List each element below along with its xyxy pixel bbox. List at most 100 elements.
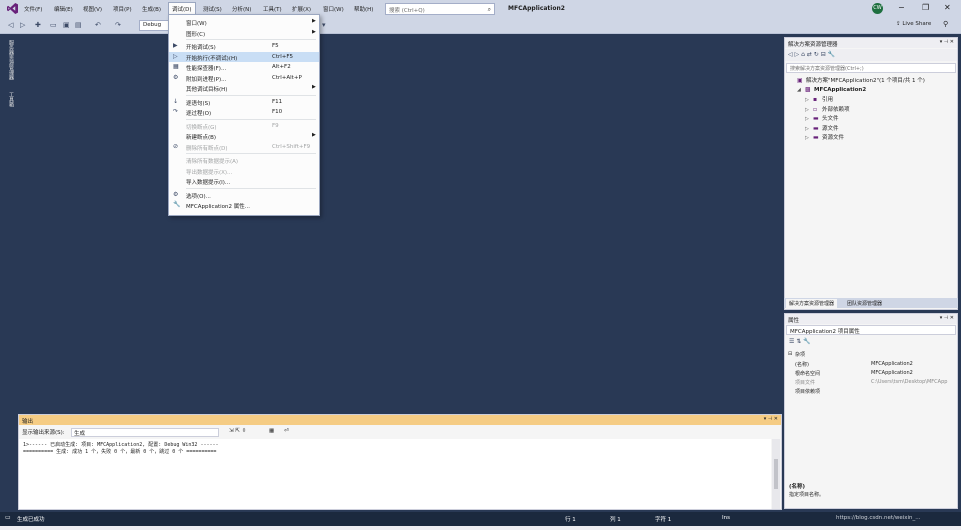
configuration-value: Debug: [143, 22, 162, 28]
debug-menu-item[interactable]: ▶ 开始调试(S) F5: [169, 41, 319, 51]
alphabetical-icon[interactable]: ⇅: [796, 338, 801, 345]
toolbox-tab[interactable]: 工具箱: [8, 92, 15, 107]
menu-help[interactable]: 帮助(H): [354, 5, 373, 13]
debug-menu-item[interactable]: 🔧 MFCApplication2 属性...: [169, 200, 319, 210]
output-source-dropdown[interactable]: 生成: [71, 428, 219, 437]
solution-explorer-search[interactable]: 搜索解决方案资源管理器(Ctrl+;): [786, 63, 956, 73]
tree-item[interactable]: ▷ ▫ 外部依赖项: [805, 105, 850, 113]
configuration-dropdown[interactable]: Debug: [139, 20, 169, 31]
tree-expand-icon[interactable]: ▷: [805, 107, 813, 113]
search-box[interactable]: 搜索 (Ctrl+Q) ⌕: [385, 3, 495, 15]
debug-menu-item[interactable]: 其他调试目标(H) ▶: [169, 83, 319, 93]
se-properties-icon[interactable]: 🔧: [828, 51, 835, 58]
properties-object-selector[interactable]: MFCApplication2 项目属性: [786, 325, 956, 335]
output-scrollbar[interactable]: [772, 439, 780, 509]
tab-solution-explorer[interactable]: 解决方案资源管理器: [786, 299, 838, 308]
save-all-icon[interactable]: ▤: [75, 21, 82, 29]
menu-view[interactable]: 视图(V): [83, 5, 102, 13]
forward-icon[interactable]: ▷: [20, 21, 25, 29]
menu-window[interactable]: 窗口(W): [323, 5, 344, 13]
close-icon[interactable]: ✕: [944, 3, 951, 12]
se-home-icon[interactable]: ⌂: [801, 51, 805, 58]
tree-item[interactable]: ▷ ▬ 资源文件: [805, 133, 844, 141]
tree-item[interactable]: ▷ ▬ 头文件: [805, 114, 839, 122]
avatar[interactable]: CW: [872, 3, 883, 14]
server-explorer-tab[interactable]: 服务器资源管理器: [8, 40, 15, 80]
property-row[interactable]: (名称) MFCApplication2: [786, 360, 958, 369]
new-project-icon[interactable]: ✚: [35, 21, 41, 29]
app-title: MFCApplication2: [508, 5, 565, 12]
tree-node-icon: ▪: [813, 96, 818, 103]
debug-menu-item[interactable]: 导出数据提示(X)...: [169, 166, 319, 176]
feedback-icon[interactable]: ⚲: [943, 20, 948, 28]
se-refresh-icon[interactable]: ↻: [814, 51, 819, 58]
menu-build[interactable]: 生成(B): [142, 5, 161, 13]
debug-menu-item[interactable]: ↓ 逐语句(S) F11: [169, 97, 319, 107]
debug-menu-item[interactable]: ↷ 逐过程(O) F10: [169, 107, 319, 117]
output-scroll-thumb[interactable]: [774, 459, 778, 489]
output-text[interactable]: 1>------ 已启动生成: 项目: MFCApplication2, 配置:…: [19, 439, 771, 509]
panel-pin-close-icon[interactable]: ▾ ⊣ ✕: [940, 39, 954, 45]
menu-project[interactable]: 项目(P): [113, 5, 132, 13]
menu-extensions[interactable]: 扩展(X): [292, 5, 311, 13]
tree-item[interactable]: ▷ ▬ 源文件: [805, 124, 839, 132]
toolbar-overflow-icon[interactable]: ▾: [322, 21, 326, 29]
menu-item-label: 开始执行(不调试)(H): [186, 55, 238, 62]
menu-file[interactable]: 文件(F): [24, 5, 42, 13]
menu-item-label: 窗口(W): [186, 21, 207, 27]
menu-analyze[interactable]: 分析(N): [232, 5, 251, 13]
tree-expand-icon[interactable]: ▷: [805, 97, 813, 103]
debug-menu-item[interactable]: 清除所有数据提示(A): [169, 155, 319, 165]
menu-test[interactable]: 测试(S): [203, 5, 222, 13]
tab-team-explorer[interactable]: 团队资源管理器: [844, 299, 885, 308]
debug-menu-item[interactable]: 窗口(W) ▶: [169, 17, 319, 27]
word-wrap-icon[interactable]: ⏎: [284, 428, 289, 434]
debug-menu-item[interactable]: ⊘ 删除所有断点(D) Ctrl+Shift+F9: [169, 142, 319, 152]
property-row[interactable]: 项目文件 C:\Users\tsm\Desktop\MFCApp: [786, 378, 958, 387]
output-pin-close-icon[interactable]: ▾ ⊣ ✕: [764, 416, 778, 422]
find-message-icon[interactable]: ⇲ ⇱ ⇳: [229, 428, 246, 434]
categorized-icon[interactable]: ☰: [789, 338, 794, 345]
property-row[interactable]: 项目依赖项: [786, 387, 958, 396]
undo-icon[interactable]: ↶: [95, 21, 101, 29]
save-icon[interactable]: ▣: [63, 21, 70, 29]
debug-menu-item[interactable]: 图形(C) ▶: [169, 28, 319, 38]
debug-menu-item[interactable]: ⚙ 附加到进程(P)... Ctrl+Alt+P: [169, 73, 319, 83]
minimize-icon[interactable]: −: [898, 3, 905, 12]
menu-item-icon: ⊘: [173, 142, 179, 150]
debug-menu-item[interactable]: 切换断点(G) F9: [169, 121, 319, 131]
properties-category[interactable]: ⊟ 杂项: [786, 350, 958, 359]
se-back-icon[interactable]: ◁: [788, 51, 793, 58]
tree-item[interactable]: ▣ 解决方案"MFCApplication2"(1 个项目/共 1 个): [789, 76, 925, 84]
se-collapse-icon[interactable]: ⊟: [821, 51, 826, 58]
tree-item[interactable]: ◢ ▩ MFCApplication2: [797, 86, 866, 93]
property-pages-icon[interactable]: 🔧: [803, 338, 810, 345]
restore-icon[interactable]: ❐: [922, 3, 929, 12]
live-share-button[interactable]: ⇪ Live Share: [896, 21, 931, 27]
tree-expand-icon[interactable]: ▷: [805, 126, 813, 132]
tree-expand-icon[interactable]: ▷: [805, 116, 813, 122]
open-folder-icon[interactable]: ▭: [50, 21, 57, 29]
debug-menu-item[interactable]: ▦ 性能探查器(F)... Alt+F2: [169, 62, 319, 72]
tree-expand-icon[interactable]: ▷: [805, 135, 813, 141]
clear-all-icon[interactable]: ▦: [269, 428, 274, 434]
se-forward-icon[interactable]: ▷: [795, 51, 800, 58]
menu-edit[interactable]: 编辑(E): [54, 5, 73, 13]
menu-separator: [186, 118, 316, 120]
property-row[interactable]: 根命名空间 MFCApplication2: [786, 369, 958, 378]
debug-menu-item[interactable]: 新建断点(B) ▶: [169, 131, 319, 141]
back-icon[interactable]: ◁: [8, 21, 13, 29]
se-sync-icon[interactable]: ⇄: [807, 51, 812, 58]
collapse-category-icon[interactable]: ⊟: [788, 351, 792, 357]
debug-menu-item[interactable]: 导入数据提示(I)...: [169, 176, 319, 186]
menu-tools[interactable]: 工具(T): [263, 5, 282, 13]
tree-item-label: 引用: [822, 97, 834, 103]
debug-menu-item[interactable]: ⚙ 选项(O)...: [169, 190, 319, 200]
tree-expand-icon[interactable]: ◢: [797, 87, 805, 93]
redo-icon[interactable]: ↷: [115, 21, 121, 29]
output-panel: 输出 ▾ ⊣ ✕ 显示输出来源(S): 生成 ⇲ ⇱ ⇳ ▦ ⏎ 1>-----…: [18, 414, 782, 510]
debug-menu-item[interactable]: ▷ 开始执行(不调试)(H) Ctrl+F5: [169, 51, 319, 62]
tree-item[interactable]: ▷ ▪ 引用: [805, 95, 833, 103]
properties-pin-close-icon[interactable]: ▾ ⊣ ✕: [940, 315, 954, 321]
menu-item-label: 逐过程(O): [186, 111, 212, 117]
